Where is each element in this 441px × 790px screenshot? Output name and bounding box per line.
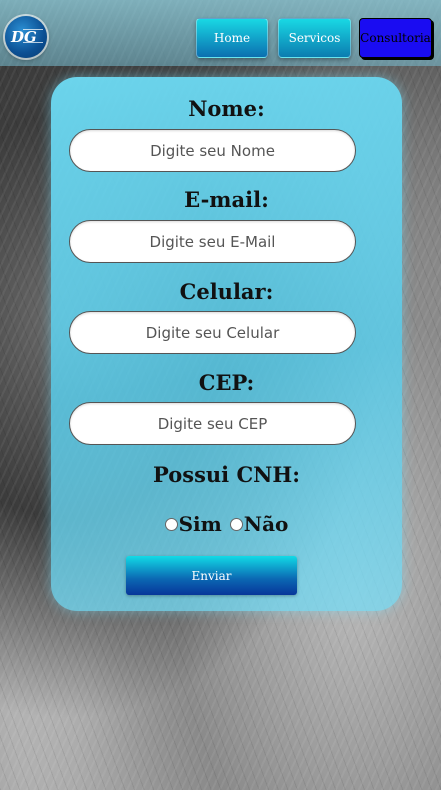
cnh-label: Possui CNH: [153, 462, 300, 487]
radio-nao-label: Não [243, 512, 289, 536]
cnh-option-sim[interactable]: Sim [164, 512, 222, 536]
header-bar: DG Home Servicos Consultoria [0, 0, 441, 66]
celular-input[interactable] [69, 311, 356, 354]
nome-label: Nome: [188, 96, 265, 121]
logo-emblem [23, 29, 43, 43]
email-input[interactable] [69, 220, 356, 263]
celular-label: Celular: [179, 279, 274, 304]
nav-home-button[interactable]: Home [196, 18, 268, 58]
cnh-radio-group: Sim Não [51, 512, 402, 536]
radio-sim[interactable] [164, 517, 178, 531]
cep-input[interactable] [69, 402, 356, 445]
cep-label: CEP: [198, 370, 255, 395]
nome-input[interactable] [69, 129, 356, 172]
nav-consultoria-button[interactable]: Consultoria [359, 18, 432, 58]
logo[interactable]: DG [5, 16, 47, 58]
email-label: E-mail: [184, 187, 269, 212]
nav-servicos-button[interactable]: Servicos [278, 18, 351, 58]
radio-nao[interactable] [229, 517, 243, 531]
radio-sim-label: Sim [178, 512, 222, 536]
submit-button[interactable]: Enviar [126, 556, 297, 595]
cnh-option-nao[interactable]: Não [229, 512, 289, 536]
